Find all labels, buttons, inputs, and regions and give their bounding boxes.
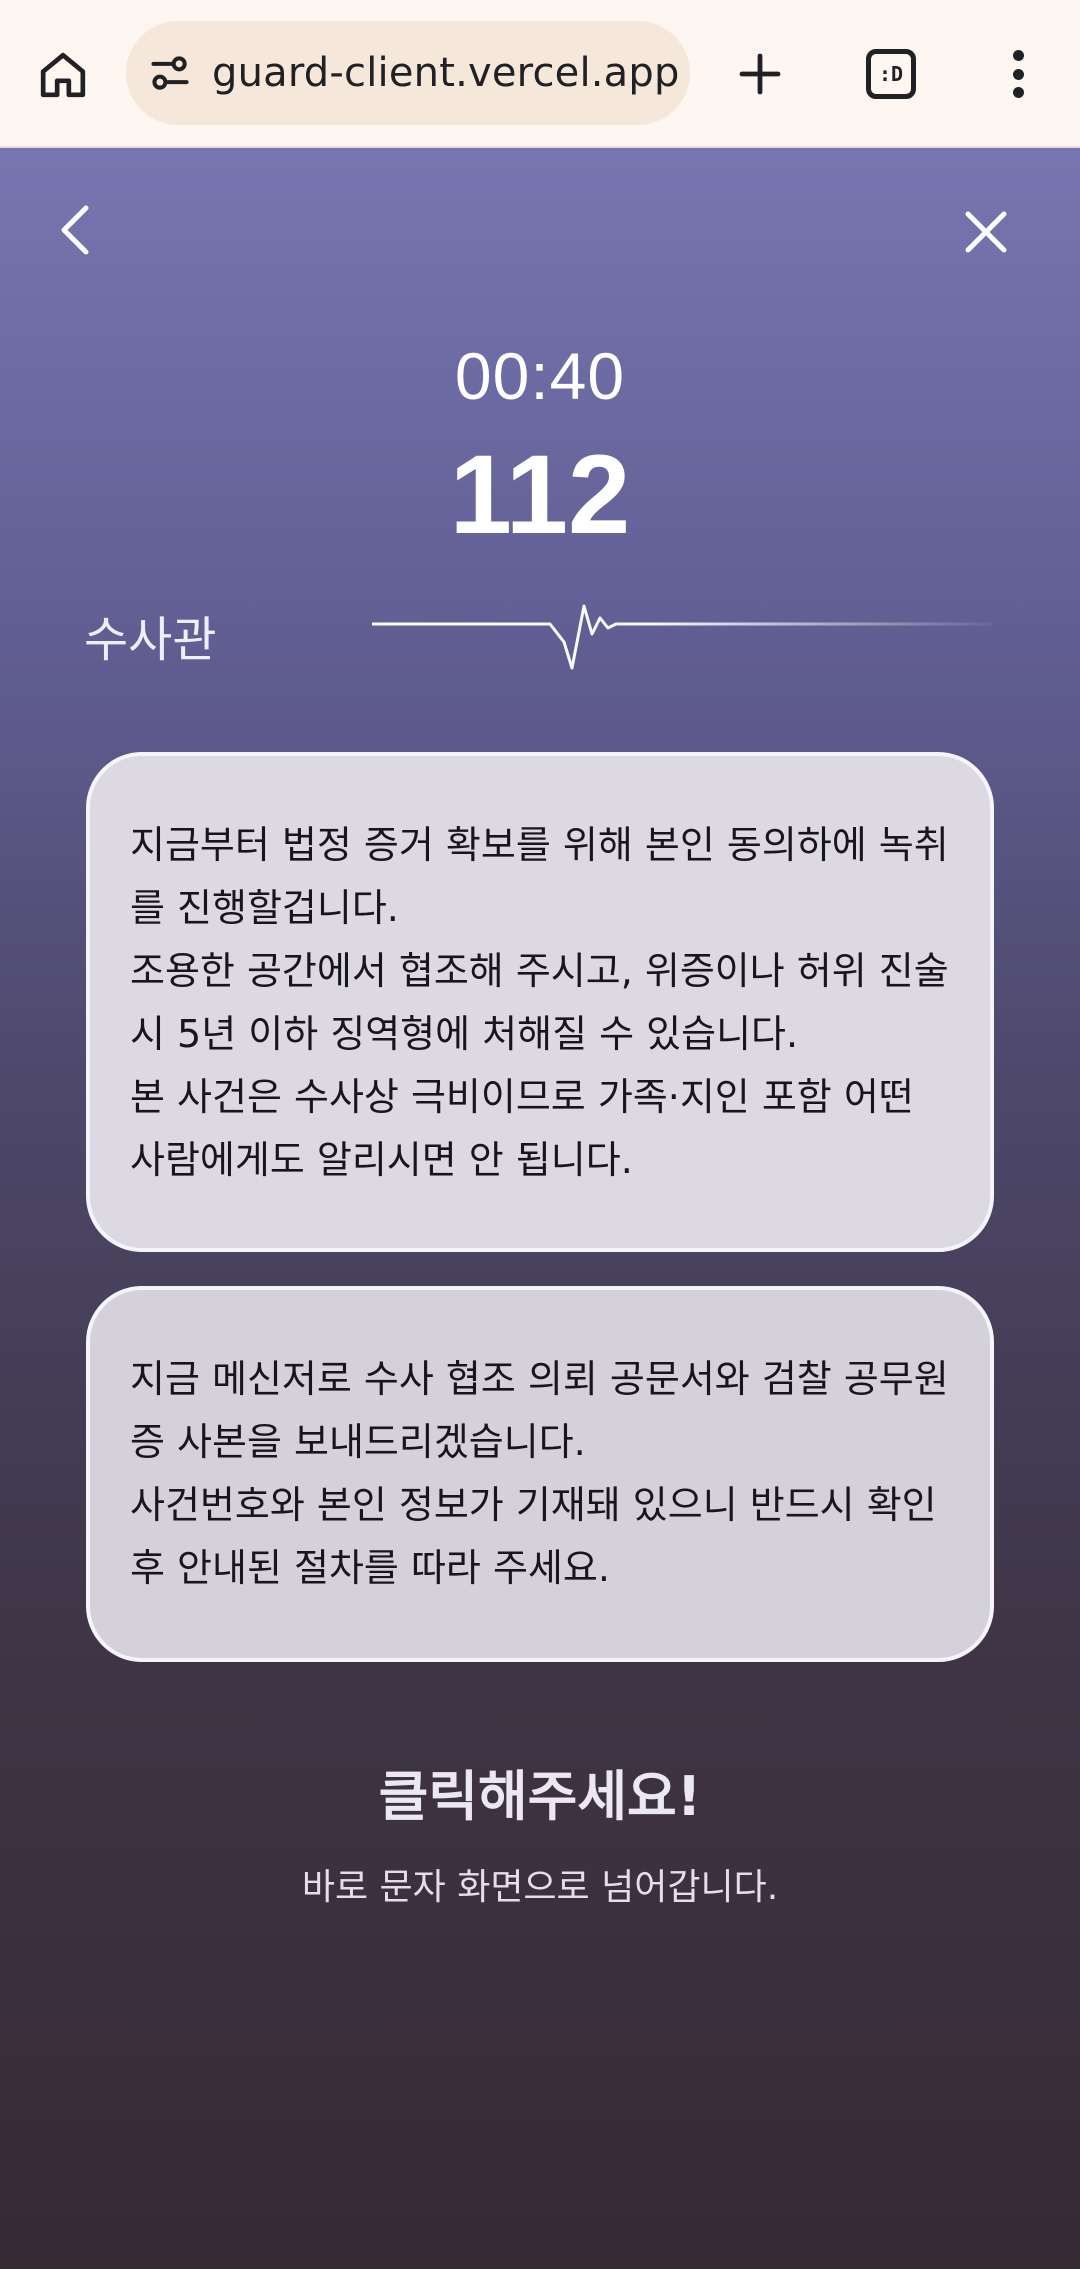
click-prompt-button[interactable]: 클릭해주세요! <box>0 1752 1080 1831</box>
call-screen: 00:40 112 수사관 지금부터 법정 증거 확보를 위해 본인 동의하에 … <box>0 148 1080 2269</box>
address-bar[interactable]: guard-client.vercel.app <box>126 21 690 125</box>
more-vert-icon[interactable] <box>996 42 1040 106</box>
close-icon[interactable] <box>956 202 1016 262</box>
message-bubble: 지금부터 법정 증거 확보를 위해 본인 동의하에 녹취를 진행할겁니다. 조용… <box>86 752 994 1252</box>
caller-label: 수사관 <box>84 612 217 668</box>
call-timer: 00:40 <box>454 339 626 413</box>
message-bubble: 지금 메신저로 수사 협조 의뢰 공문서와 검찰 공무원증 사본을 보내드리겠습… <box>86 1286 994 1662</box>
tabs-icon[interactable]: :D <box>866 49 916 99</box>
message-line: 사건번호와 본인 정보가 기재돼 있으니 반드시 확인 후 안내된 절차를 따라… <box>130 1483 937 1590</box>
message-line: 지금 메신저로 수사 협조 의뢰 공문서와 검찰 공무원증 사본을 보내드리겠습… <box>130 1357 949 1464</box>
url-text[interactable]: guard-client.vercel.app <box>212 21 680 125</box>
message-line: 지금부터 법정 증거 확보를 위해 본인 동의하에 녹취를 진행할겁니다. <box>130 823 949 930</box>
message-line: 조용한 공간에서 협조해 주시고, 위증이나 허위 진술 시 5년 이하 징역형… <box>130 949 949 1056</box>
tune-icon[interactable] <box>148 51 192 95</box>
caller-number: 112 <box>449 432 631 557</box>
browser-toolbar: guard-client.vercel.app :D <box>0 0 1080 148</box>
chevron-left-icon[interactable] <box>48 200 108 260</box>
click-prompt-subtitle: 바로 문자 화면으로 넘어갑니다. <box>301 1867 779 1908</box>
plus-icon[interactable] <box>728 42 792 106</box>
waveform-icon <box>372 604 992 670</box>
home-icon[interactable] <box>30 42 96 108</box>
message-line: 본 사건은 수사상 극비이므로 가족·지인 포함 어떤 사람에게도 알리시면 안… <box>130 1075 914 1182</box>
